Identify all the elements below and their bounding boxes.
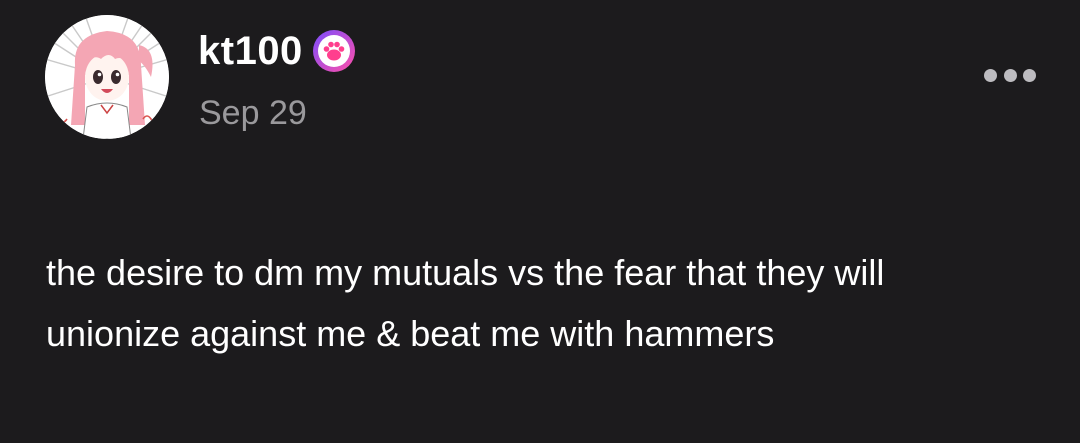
author-username[interactable]: kt100 [198,31,303,71]
author-avatar[interactable] [45,15,169,139]
anime-girl-avatar-icon [45,15,169,139]
post-date[interactable]: Sep 29 [199,96,307,130]
post-card: kt100 Sep 29 the desire to dm my mutuals… [0,0,1080,443]
ellipsis-icon [1003,68,1017,82]
more-options-button[interactable] [984,62,1036,88]
ellipsis-icon [984,68,997,82]
paw-badge-icon[interactable] [311,28,357,74]
ellipsis-icon [1023,68,1036,82]
author-row: kt100 [198,26,357,76]
post-body-text: the desire to dm my mutuals vs the fear … [46,252,885,354]
